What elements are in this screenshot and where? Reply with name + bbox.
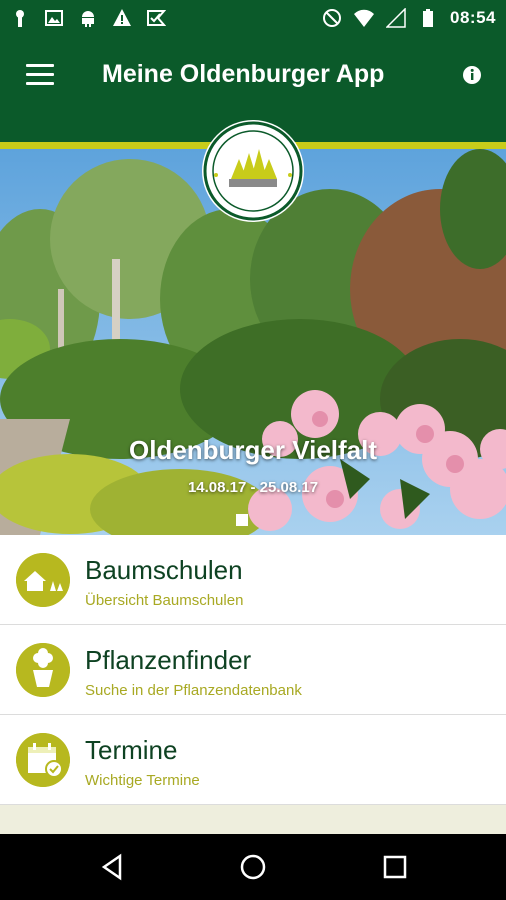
do-not-disturb-icon <box>323 9 342 27</box>
back-icon[interactable] <box>98 852 128 882</box>
menu-item-sublabel: Wichtige Termine <box>85 772 200 789</box>
system-nav-bar <box>0 834 506 900</box>
hero-dates: 14.08.17 - 25.08.17 <box>187 479 319 496</box>
menu-item-termine[interactable]: Termine Wichtige Termine <box>0 715 506 805</box>
menu-item-pflanzenfinder[interactable]: Pflanzenfinder Suche in der Pflanzendate… <box>0 625 506 715</box>
menu-item-sublabel: Übersicht Baumschulen <box>85 592 244 609</box>
menu-item-baumschulen[interactable]: Baumschulen Übersicht Baumschulen <box>0 535 506 625</box>
hamburger-menu-icon[interactable] <box>26 64 54 86</box>
android-icon <box>82 11 94 27</box>
battery-icon <box>423 9 434 27</box>
signal-icon <box>386 8 406 28</box>
carousel-page-indicator <box>236 514 248 526</box>
menu-item-label: Termine <box>85 735 178 765</box>
status-bar: 08:54 <box>0 0 506 36</box>
notification-pin-icon <box>16 10 24 27</box>
app-title: Meine Oldenburger App <box>102 60 385 88</box>
home-icon[interactable] <box>238 852 268 882</box>
wifi-icon <box>354 9 375 28</box>
menu-item-label: Baumschulen <box>85 555 243 585</box>
info-icon[interactable] <box>462 65 482 85</box>
nursery-icon <box>16 553 70 607</box>
warning-icon <box>113 9 131 26</box>
main-menu: Baumschulen Übersicht Baumschulen Pflanz… <box>0 535 506 805</box>
menu-item-label: Pflanzenfinder <box>85 645 252 675</box>
image-icon <box>45 10 63 26</box>
hero-title: Oldenburger Vielfalt <box>128 435 377 465</box>
check-badge-icon <box>147 10 166 26</box>
calendar-check-icon <box>16 733 70 787</box>
clock: 08:54 <box>450 8 496 27</box>
decorative-pattern <box>0 805 506 834</box>
recents-icon[interactable] <box>380 852 410 882</box>
menu-item-sublabel: Suche in der Pflanzendatenbank <box>85 682 302 699</box>
oldenburger-qualitaet-logo <box>202 120 304 222</box>
potted-plant-icon <box>16 643 70 697</box>
